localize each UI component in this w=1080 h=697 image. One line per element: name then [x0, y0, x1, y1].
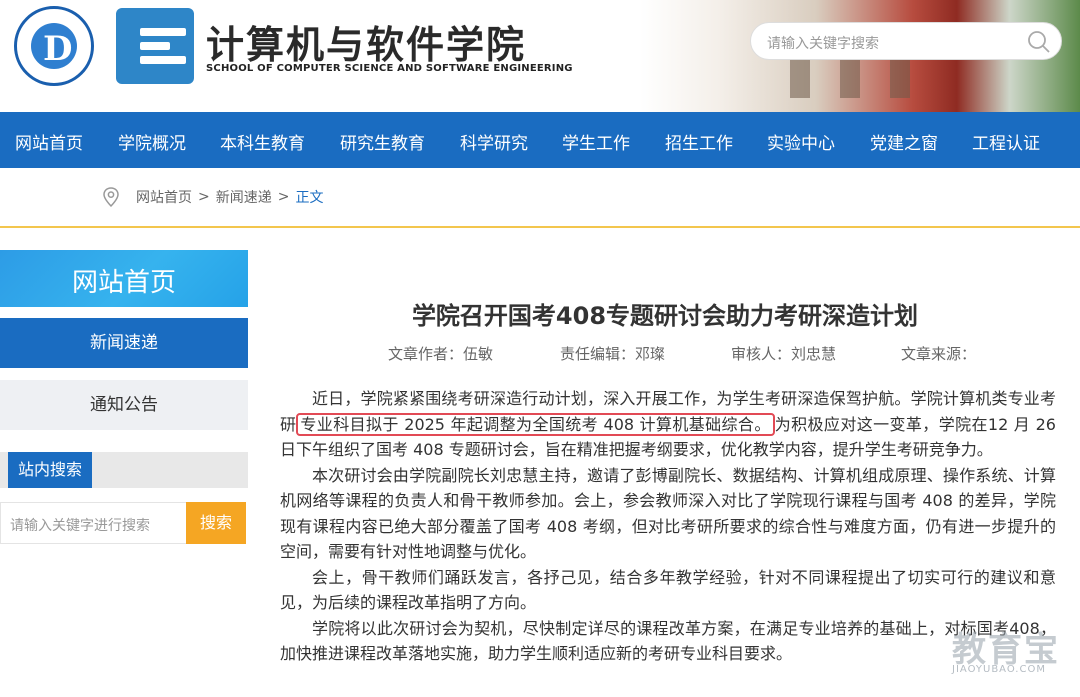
article-paragraph: 本次研讨会由学院副院长刘忠慧主持，邀请了彭博副院长、数据结构、计算机组成原理、操…: [280, 465, 1056, 562]
university-emblem-logo[interactable]: D: [14, 6, 94, 86]
site-search-form: 请输入关键字进行搜索 搜索: [0, 502, 248, 544]
article-paragraph: 会上，骨干教师们踊跃发言，各抒己见，结合多年教学经验，针对不同课程提出了切实可行…: [280, 567, 1056, 613]
nav-item-graduate[interactable]: 研究生教育: [340, 129, 425, 154]
sidebar-item-news[interactable]: 新闻速递: [0, 318, 248, 368]
nav-item-student-affairs[interactable]: 学生工作: [562, 129, 630, 154]
search-icon[interactable]: [1027, 30, 1051, 54]
location-pin-icon: [103, 187, 119, 208]
header-search-input[interactable]: 请输入关键字搜索: [767, 33, 879, 53]
main-nav: 网站首页 学院概况 本科生教育 研究生教育 科学研究 学生工作 招生工作 实验中…: [0, 112, 1080, 168]
article-paragraph: 学院将以此次研讨会为契机，尽快制定详尽的课程改革方案，在满足专业培养的基础上，对…: [280, 618, 1056, 664]
site-search-placeholder: 请输入关键字进行搜索: [10, 518, 150, 534]
sidebar-item-notices[interactable]: 通知公告: [0, 380, 248, 430]
nav-item-overview[interactable]: 学院概况: [118, 129, 186, 154]
breadcrumb-current: 正文: [295, 190, 324, 206]
site-search-heading: 站内搜索: [0, 452, 248, 488]
breadcrumb-home[interactable]: 网站首页: [136, 187, 192, 207]
sidebar-heading-label: 网站首页: [71, 268, 176, 298]
nav-item-party-building[interactable]: 党建之窗: [870, 129, 938, 154]
nav-item-accreditation[interactable]: 工程认证: [972, 129, 1040, 154]
article-paragraph: 近日，学院紧紧围绕考研深造行动计划，深入开展工作，为学生考研深造保驾护航。学院计…: [280, 389, 1056, 459]
article-title: 学院召开国考408专题研讨会助力考研深造计划: [411, 302, 919, 330]
section-divider: [0, 226, 1080, 228]
highlighted-text: 专业科目拟于 2025 年起调整为全国统考 408 计算机基础综合。: [296, 412, 775, 436]
watermark-domain: JIAOYUBAO.COM: [952, 664, 1046, 675]
nav-item-admissions[interactable]: 招生工作: [665, 129, 733, 154]
watermark: 教育宝 JIAOYUBAO.COM: [952, 622, 1060, 675]
article-reviewer: 审核人：刘忠慧: [731, 345, 837, 363]
site-search-button[interactable]: 搜索: [186, 502, 246, 544]
school-title-cn: 计算机与软件学院: [206, 23, 527, 67]
nav-item-lab-center[interactable]: 实验中心: [767, 129, 835, 154]
school-logo-icon[interactable]: [116, 8, 194, 84]
site-search-input[interactable]: 请输入关键字进行搜索: [0, 502, 186, 544]
school-title-en: SCHOOL OF COMPUTER SCIENCE AND SOFTWARE …: [206, 63, 573, 74]
breadcrumb-separator: >: [277, 189, 290, 205]
nav-item-undergraduate[interactable]: 本科生教育: [220, 129, 305, 154]
header-search-box[interactable]: 请输入关键字搜索: [750, 22, 1062, 60]
article-editor: 责任编辑：邓璨: [560, 345, 666, 363]
article-author: 文章作者：伍敏: [388, 345, 494, 363]
nav-item-home[interactable]: 网站首页: [15, 129, 83, 154]
breadcrumb-separator: >: [198, 189, 210, 205]
nav-item-research[interactable]: 科学研究: [460, 129, 528, 154]
site-header: D 计算机与软件学院 SCHOOL OF COMPUTER SCIENCE AN…: [0, 0, 1080, 112]
site-search-heading-label: 站内搜索: [8, 452, 93, 488]
breadcrumb: 网站首页 > 新闻速递 > 正文: [100, 186, 323, 208]
article-source: 文章来源：: [901, 345, 977, 363]
breadcrumb-news[interactable]: 新闻速递: [216, 187, 272, 207]
article-body: 近日，学院紧紧围绕考研深造行动计划，深入开展工作，为学生考研深造保驾护航。学院计…: [280, 386, 1056, 667]
sidebar-heading: 网站首页: [0, 250, 248, 307]
